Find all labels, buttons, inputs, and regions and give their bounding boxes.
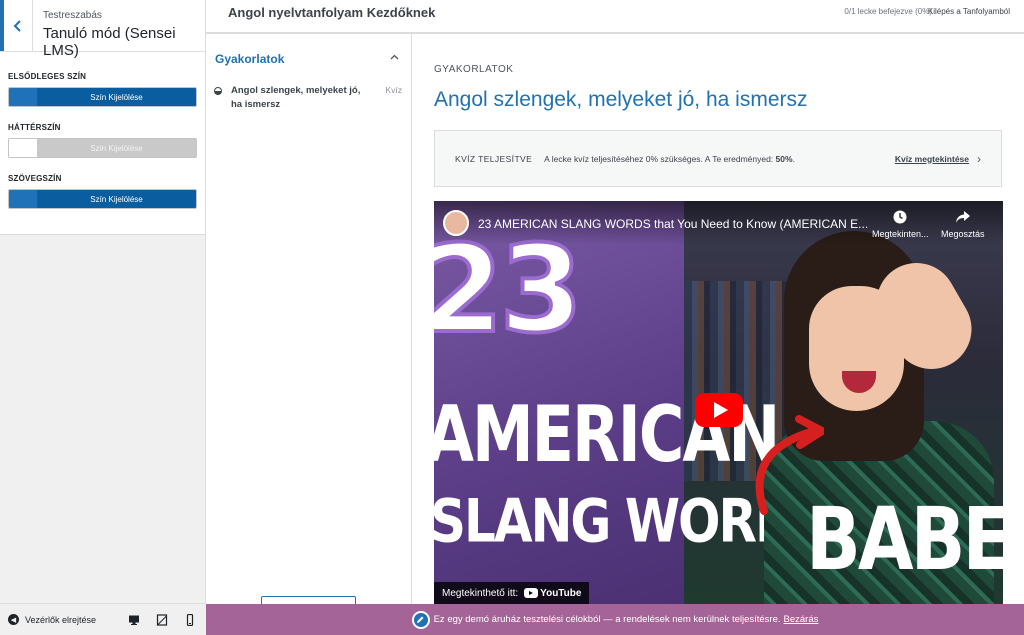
- text-color-label: SZÖVEGSZÍN: [8, 174, 62, 183]
- share-button[interactable]: Megosztás: [941, 209, 985, 239]
- course-title: Angol nyelvtanfolyam Kezdőknek: [228, 5, 436, 20]
- color-settings: ELSŐDLEGES SZÍN Szín Kijelölése HÁTTÉRSZ…: [0, 52, 205, 235]
- share-icon: [955, 209, 971, 225]
- customizer-header: Testreszabás Tanuló mód (Sensei LMS): [0, 0, 205, 59]
- demo-store-notice: Ez egy demó áruház tesztelési célokból —…: [206, 604, 1024, 635]
- hide-controls-label: Vezérlők elrejtése: [25, 614, 97, 625]
- edit-pencil-icon[interactable]: [411, 610, 430, 629]
- back-button[interactable]: [0, 0, 33, 51]
- primary-color-label: ELSŐDLEGES SZÍN: [8, 72, 87, 81]
- video-embed[interactable]: 23 AMERICAN SLANG WORDS BABE? 23 AMERICA…: [434, 201, 1003, 604]
- lesson-content: GYAKORLATOK Angol szlengek, melyeket jó,…: [412, 34, 1024, 604]
- lesson-navigation: Gyakorlatok Angol szlengek, melyeket jó,…: [206, 34, 412, 606]
- background-color-label: HÁTTÉRSZÍN: [8, 123, 61, 132]
- module-eyebrow: GYAKORLATOK: [434, 64, 514, 75]
- text-color-swatch[interactable]: [9, 190, 37, 208]
- primary-color-picker[interactable]: Szín Kijelölése: [8, 87, 197, 107]
- background-color-select-button[interactable]: Szín Kijelölése: [37, 139, 196, 157]
- device-preview-switcher: [128, 613, 206, 626]
- chevron-left-icon: [13, 19, 21, 32]
- video-title-bar: 23 AMERICAN SLANG WORDS that You Need to…: [434, 201, 1003, 245]
- text-color-select-button[interactable]: Szín Kijelölése: [37, 190, 196, 208]
- watch-later-button[interactable]: Megtekinten...: [872, 209, 929, 239]
- hide-controls-button[interactable]: ◀ Vezérlők elrejtése: [8, 614, 96, 625]
- chevron-right-icon[interactable]: ›: [977, 152, 981, 166]
- lesson-type-label: Kvíz: [385, 85, 402, 95]
- exit-course-link[interactable]: Kilépés a Tanfolyamból: [928, 7, 1010, 16]
- quiz-score: 50%: [775, 153, 793, 164]
- tablet-icon[interactable]: [156, 613, 168, 626]
- module-title[interactable]: Gyakorlatok: [215, 52, 284, 66]
- lesson-title: Angol szlengek, melyeket jó, ha ismersz: [434, 88, 808, 111]
- dismiss-notice-link[interactable]: Bezárás: [784, 614, 819, 625]
- background-color-swatch[interactable]: [9, 139, 37, 157]
- video-title[interactable]: 23 AMERICAN SLANG WORDS that You Need to…: [478, 217, 868, 231]
- customizer-title: Tanuló mód (Sensei LMS): [43, 25, 176, 59]
- course-progress: 0/1 lecke befejezve (0%): [844, 7, 932, 16]
- course-header: Angol nyelvtanfolyam Kezdőknek 0/1 lecke…: [206, 0, 1024, 34]
- demo-notice-text: Ez egy demó áruház tesztelési célokból —…: [433, 614, 781, 625]
- background-color-picker[interactable]: Szín Kijelölése: [8, 138, 197, 158]
- customizer-breadcrumb: Testreszabás: [43, 10, 102, 21]
- channel-avatar[interactable]: [443, 210, 469, 236]
- watch-on-youtube-button[interactable]: Megtekinthető itt: YouTube: [434, 582, 590, 604]
- view-quiz-link[interactable]: Kvíz megtekintése: [895, 154, 969, 164]
- text-color-picker[interactable]: Szín Kijelölése: [8, 189, 197, 209]
- quiz-requirement-text: A lecke kvíz teljesítéséhez 0% szükséges…: [544, 153, 795, 164]
- primary-color-swatch[interactable]: [9, 88, 37, 106]
- chevron-up-icon[interactable]: [390, 52, 399, 63]
- desktop-icon[interactable]: [128, 614, 140, 626]
- quiz-status-label: KVÍZ TELJESÍTVE: [455, 153, 533, 164]
- lesson-link[interactable]: Angol szlengek, melyeket jó, ha ismersz: [231, 84, 367, 112]
- customizer-footer: ◀ Vezérlők elrejtése: [0, 603, 206, 635]
- quiz-completed-notice: KVÍZ TELJESÍTVE A lecke kvíz teljesítésé…: [434, 130, 1002, 187]
- collapse-arrow-icon: ◀: [8, 614, 19, 625]
- customizer-panel: Testreszabás Tanuló mód (Sensei LMS) ELS…: [0, 0, 206, 635]
- clock-icon: [892, 209, 908, 225]
- thumbnail-number: 23: [434, 221, 585, 360]
- primary-color-select-button[interactable]: Szín Kijelölése: [37, 88, 196, 106]
- mobile-icon[interactable]: [184, 613, 196, 626]
- play-icon: [713, 402, 728, 418]
- thumbnail-word: BABE?: [806, 488, 1003, 590]
- youtube-logo-icon: YouTube: [524, 588, 581, 599]
- play-button[interactable]: [695, 393, 743, 427]
- lesson-status-icon: [214, 87, 222, 95]
